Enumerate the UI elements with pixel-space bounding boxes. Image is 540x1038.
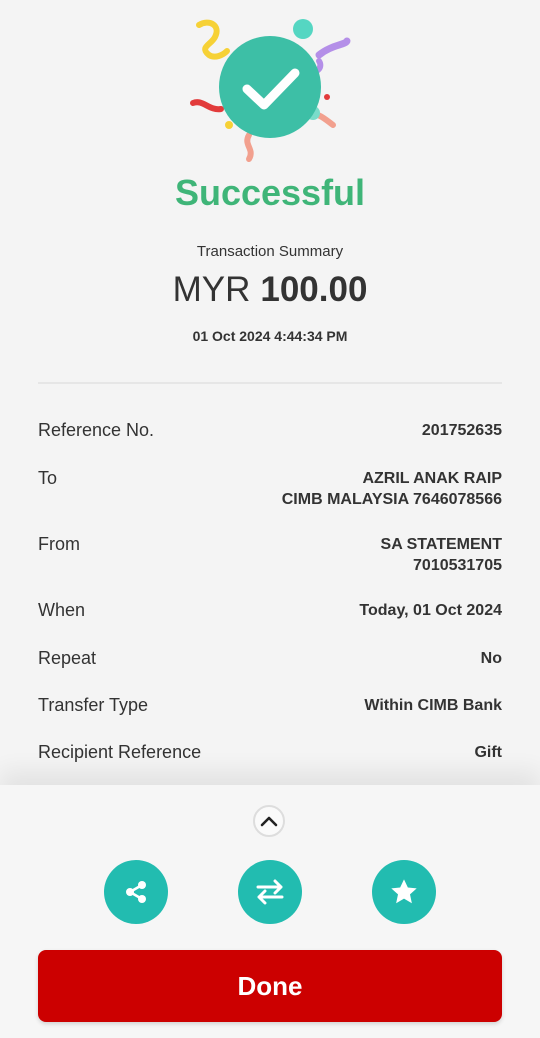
detail-row-transfer-type: Transfer Type Within CIMB Bank: [38, 695, 502, 716]
status-title: Successful: [174, 172, 366, 213]
detail-row-recipient-reference: Recipient Reference Gift: [38, 742, 502, 763]
detail-label: To: [38, 468, 58, 488]
amount-value: 100.00: [260, 270, 368, 309]
detail-label: Repeat: [38, 648, 97, 668]
recipient-name: AZRIL ANAK RAIP: [362, 470, 502, 487]
transaction-datetime: 01 Oct 2024 4:44:34 PM: [192, 328, 348, 344]
detail-row-reference: Reference No. 201752635: [38, 420, 502, 441]
source-account-name: SA STATEMENT: [380, 536, 502, 553]
success-header: Successful Transaction Summary MYR 100.00…: [0, 0, 540, 380]
detail-value: Within CIMB Bank: [364, 697, 502, 714]
detail-value: 201752635: [421, 422, 502, 439]
amount-currency: MYR: [172, 270, 251, 309]
source-account-number: 7010531705: [413, 557, 502, 574]
detail-value: No: [480, 650, 502, 667]
detail-row-when: When Today, 01 Oct 2024: [38, 600, 502, 621]
detail-label: When: [38, 600, 86, 620]
detail-label: Recipient Reference: [38, 742, 202, 762]
star-icon: [391, 879, 417, 904]
recipient-account: CIMB MALAYSIA 7646078566: [281, 491, 502, 508]
transaction-amount: MYR 100.00: [0, 270, 540, 310]
transfer-icon: [256, 879, 284, 905]
detail-value: Gift: [474, 744, 502, 761]
detail-row-to: To AZRIL ANAK RAIP CIMB MALAYSIA 7646078…: [38, 468, 502, 510]
detail-row-repeat: Repeat No: [38, 648, 502, 669]
share-icon: [126, 881, 146, 903]
repeat-transfer-button[interactable]: [238, 860, 302, 924]
transaction-summary-label: Transaction Summary: [196, 243, 344, 260]
detail-label: Transfer Type: [38, 695, 149, 715]
detail-value: Today, 01 Oct 2024: [359, 602, 502, 619]
done-button[interactable]: Done: [38, 950, 502, 1022]
share-button[interactable]: [104, 860, 168, 924]
expand-sheet-button[interactable]: [253, 805, 285, 837]
detail-row-from: From SA STATEMENT 7010531705: [38, 534, 502, 576]
detail-label: Reference No.: [38, 420, 155, 440]
detail-label: From: [38, 534, 80, 554]
favourite-button[interactable]: [372, 860, 436, 924]
success-check-icon: [190, 19, 351, 162]
chevron-up-icon: [260, 816, 278, 827]
section-divider: [38, 382, 502, 384]
